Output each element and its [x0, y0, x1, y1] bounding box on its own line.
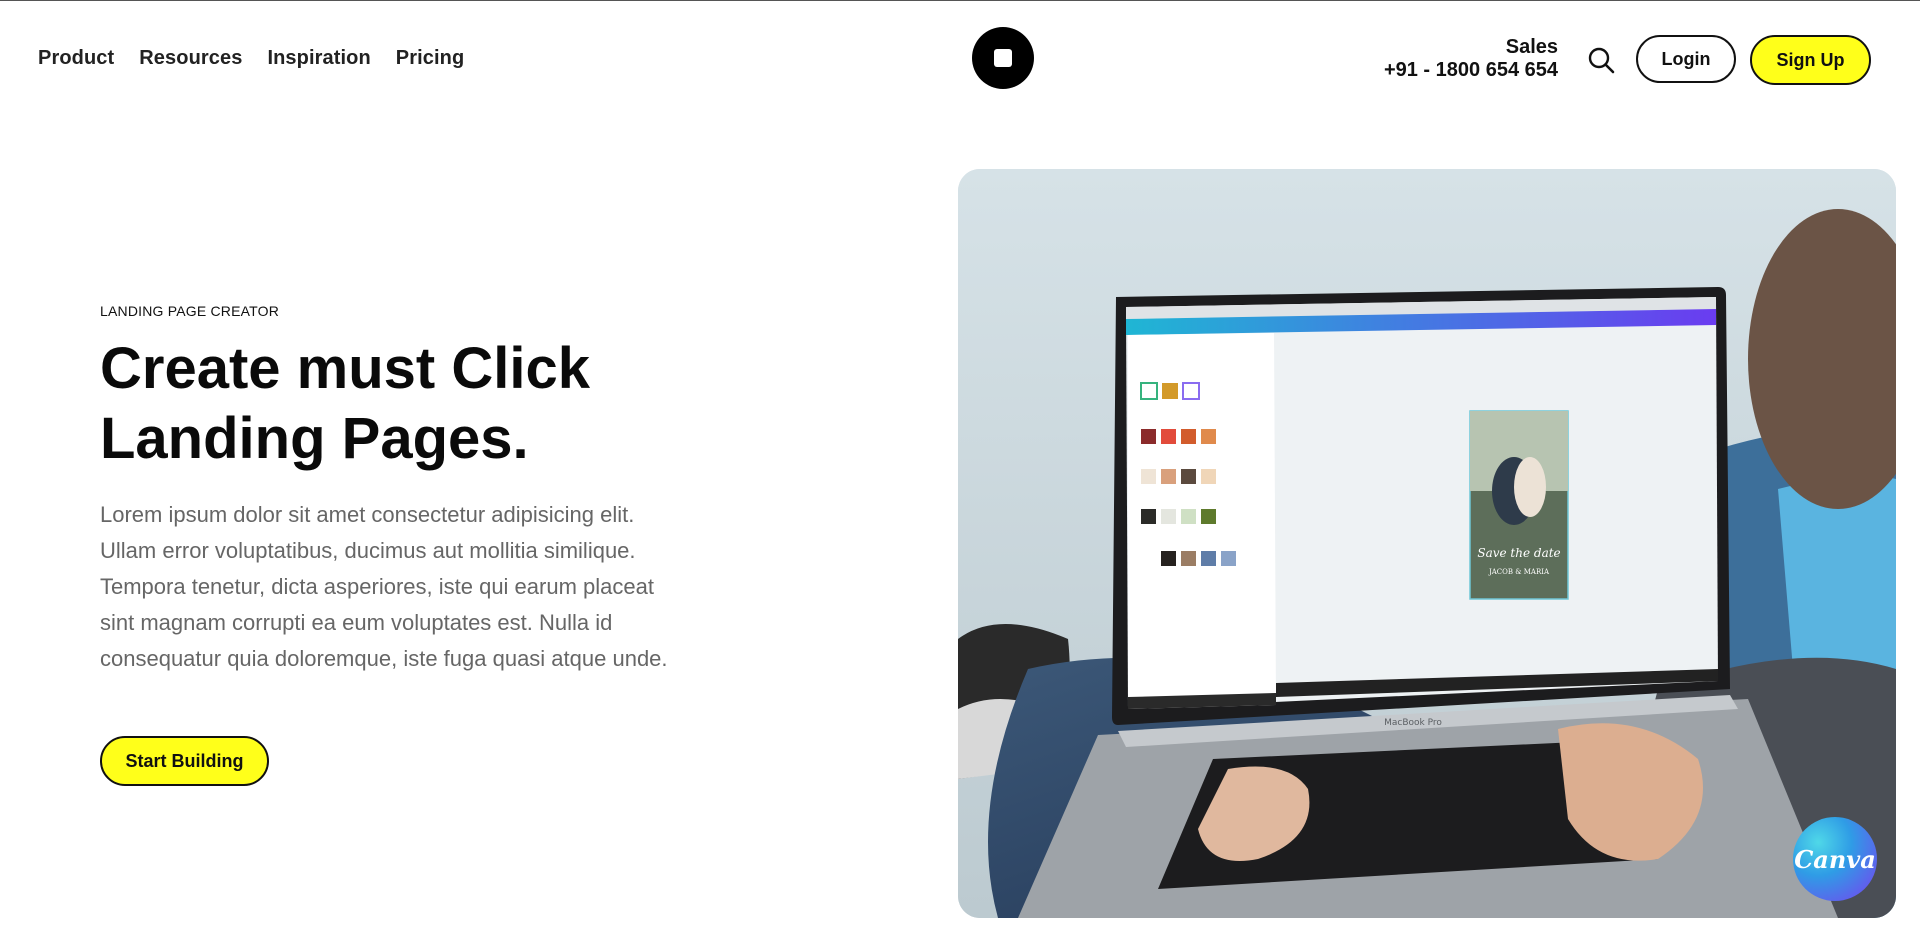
hero-photo: Save the date JACOB & MARIA MacBook Pro …: [958, 169, 1896, 918]
search-icon[interactable]: [1587, 46, 1615, 74]
nav-product-link[interactable]: Product: [38, 47, 114, 70]
screen-card-names: JACOB & MARIA: [1488, 568, 1550, 576]
hero-eyebrow: LANDING PAGE CREATOR: [100, 303, 280, 319]
laptop-brand-text: MacBook Pro: [1384, 718, 1442, 728]
top-navigation: Product Resources Inspiration Pricing Sa…: [0, 0, 1920, 118]
hero-headline-line-2: Landing Pages.: [100, 406, 529, 471]
nav-inspiration-link[interactable]: Inspiration: [267, 47, 370, 70]
signup-button[interactable]: Sign Up: [1750, 35, 1871, 85]
canva-badge: Canva: [1793, 817, 1877, 901]
hero-headline-line-1: Create must Click: [100, 336, 590, 401]
sales-label: Sales: [1505, 36, 1558, 58]
nav-pricing-link[interactable]: Pricing: [396, 47, 465, 70]
sales-phone-number[interactable]: +91 - 1800 654 654: [1384, 59, 1558, 82]
hero-body-text: Lorem ipsum dolor sit amet consectetur a…: [100, 502, 668, 671]
brand-logo[interactable]: [972, 27, 1034, 89]
laptop-photo-illustration: Save the date JACOB & MARIA MacBook Pro: [958, 169, 1896, 918]
hero-headline: Create must Click Landing Pages.: [100, 334, 720, 474]
start-building-button[interactable]: Start Building: [100, 736, 269, 786]
sales-contact: Sales +91 - 1800 654 654: [1384, 36, 1558, 82]
logo-square-icon: [994, 49, 1012, 67]
nav-resources-link[interactable]: Resources: [139, 47, 242, 70]
primary-nav: Product Resources Inspiration Pricing: [38, 47, 464, 70]
screen-card-title: Save the date: [1477, 546, 1560, 560]
login-button[interactable]: Login: [1636, 35, 1736, 83]
